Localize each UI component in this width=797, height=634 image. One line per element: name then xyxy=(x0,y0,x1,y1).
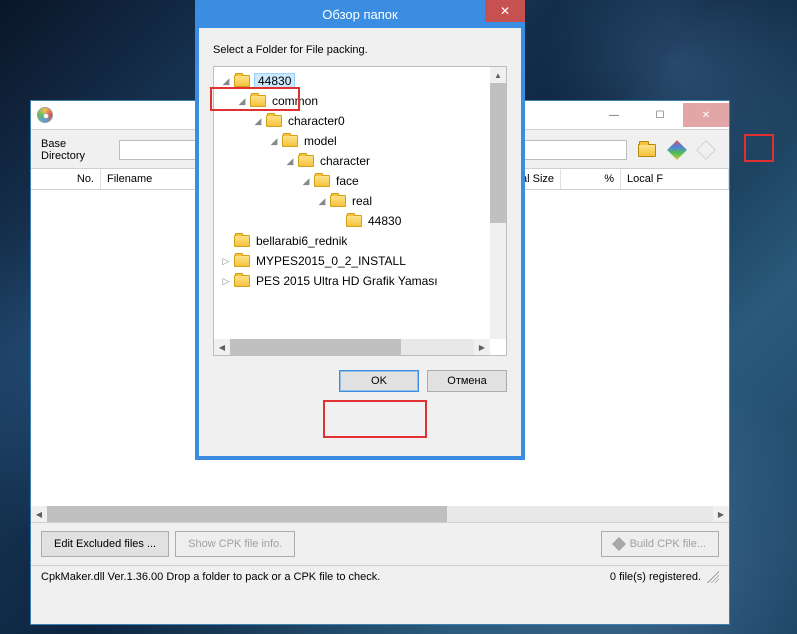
tree-item-label: face xyxy=(334,174,361,188)
column-local[interactable]: Local F xyxy=(621,169,729,189)
dialog-close-button[interactable]: ✕ xyxy=(485,0,525,22)
tree-item-label: common xyxy=(270,94,320,108)
tree-item-label: 44830 xyxy=(366,214,403,228)
status-bar: CpkMaker.dll Ver.1.36.00 Drop a folder t… xyxy=(31,565,729,588)
status-text-left: CpkMaker.dll Ver.1.36.00 Drop a folder t… xyxy=(41,571,380,583)
collapse-icon[interactable]: ◢ xyxy=(220,76,232,87)
maximize-button[interactable]: ☐ xyxy=(637,103,683,127)
scroll-right-icon[interactable]: ▶ xyxy=(713,506,729,522)
white-diamond-icon xyxy=(696,140,716,160)
column-percent[interactable]: % xyxy=(561,169,621,189)
browse-folders-dialog: Обзор папок ✕ Select a Folder for File p… xyxy=(195,0,525,460)
dialog-buttons: OK Отмена xyxy=(199,356,521,402)
tree-item[interactable]: 44830 xyxy=(214,211,506,231)
column-no[interactable]: No. xyxy=(31,169,101,189)
tree-item-label: real xyxy=(350,194,374,208)
dialog-instruction: Select a Folder for File packing. xyxy=(199,28,521,66)
edit-excluded-files-button[interactable]: Edit Excluded files ... xyxy=(41,531,169,557)
folder-icon xyxy=(346,215,362,227)
status-text-right: 0 file(s) registered. xyxy=(610,571,701,583)
tree-item[interactable]: ◢ character0 xyxy=(214,111,506,131)
white-tool-button[interactable] xyxy=(694,138,719,162)
base-directory-label: Base Directory xyxy=(41,138,111,162)
dialog-title-text: Обзор папок xyxy=(322,7,397,22)
build-diamond-icon xyxy=(612,537,626,551)
app-icon xyxy=(37,107,53,123)
color-tool-button[interactable] xyxy=(664,138,689,162)
folder-icon xyxy=(266,115,282,127)
tree-item-label: bellarabi6_rednik xyxy=(254,234,349,248)
tree-item[interactable]: ▷ MYPES2015_0_2_INSTALL xyxy=(214,251,506,271)
scroll-left-icon[interactable]: ◀ xyxy=(31,506,47,522)
cancel-button[interactable]: Отмена xyxy=(427,370,507,392)
folder-icon xyxy=(330,195,346,207)
collapse-icon[interactable]: ◢ xyxy=(316,196,328,207)
open-folder-button[interactable] xyxy=(635,138,660,162)
color-diamond-icon xyxy=(667,140,687,160)
tree-v-scrollbar[interactable]: ▲ xyxy=(490,67,506,339)
collapse-icon[interactable]: ◢ xyxy=(236,96,248,107)
tree-item[interactable]: ◢ character xyxy=(214,151,506,171)
tree-item[interactable]: ◢ real xyxy=(214,191,506,211)
tree-item-label: 44830 xyxy=(254,73,295,89)
show-cpk-info-button: Show CPK file info. xyxy=(175,531,295,557)
expand-icon[interactable]: ▷ xyxy=(220,256,232,267)
tree-item-label: model xyxy=(302,134,339,148)
folder-icon xyxy=(234,235,250,247)
tree-item[interactable]: bellarabi6_rednik xyxy=(214,231,506,251)
tree-item-label: character0 xyxy=(286,114,347,128)
close-button[interactable]: ✕ xyxy=(683,103,729,127)
collapse-icon[interactable]: ◢ xyxy=(284,156,296,167)
tree-item[interactable]: ▷ PES 2015 Ultra HD Grafik Yaması xyxy=(214,271,506,291)
tree-item-label: MYPES2015_0_2_INSTALL xyxy=(254,254,408,268)
bottom-buttons: Edit Excluded files ... Show CPK file in… xyxy=(31,523,729,565)
ok-button[interactable]: OK xyxy=(339,370,419,392)
tree-item[interactable]: ◢ 44830 xyxy=(214,71,506,91)
dialog-title-bar: Обзор папок ✕ xyxy=(195,0,525,28)
tree-item[interactable]: ◢ face xyxy=(214,171,506,191)
folder-icon xyxy=(234,255,250,267)
folder-tree[interactable]: ◢ 44830 ◢ common ◢ character0 ◢ model ◢ character… xyxy=(213,66,507,356)
folder-icon xyxy=(234,75,250,87)
expand-icon[interactable]: ▷ xyxy=(220,276,232,287)
collapse-icon[interactable]: ◢ xyxy=(268,136,280,147)
collapse-icon[interactable]: ◢ xyxy=(300,176,312,187)
build-cpk-button: Build CPK file... xyxy=(601,531,719,557)
folder-icon xyxy=(314,175,330,187)
tree-h-scrollbar[interactable]: ◀ ▶ xyxy=(214,339,490,355)
minimize-button[interactable]: — xyxy=(591,103,637,127)
tree-item-label: character xyxy=(318,154,372,168)
folder-icon xyxy=(234,275,250,287)
tree-item-label: PES 2015 Ultra HD Grafik Yaması xyxy=(254,274,440,288)
folder-icon xyxy=(282,135,298,147)
resize-grip[interactable] xyxy=(707,571,719,583)
table-h-scrollbar[interactable]: ◀ ▶ xyxy=(31,506,729,522)
tree-item[interactable]: ◢ common xyxy=(214,91,506,111)
folder-open-icon xyxy=(638,144,656,157)
tree-item[interactable]: ◢ model xyxy=(214,131,506,151)
folder-icon xyxy=(298,155,314,167)
folder-icon xyxy=(250,95,266,107)
collapse-icon[interactable]: ◢ xyxy=(252,116,264,127)
